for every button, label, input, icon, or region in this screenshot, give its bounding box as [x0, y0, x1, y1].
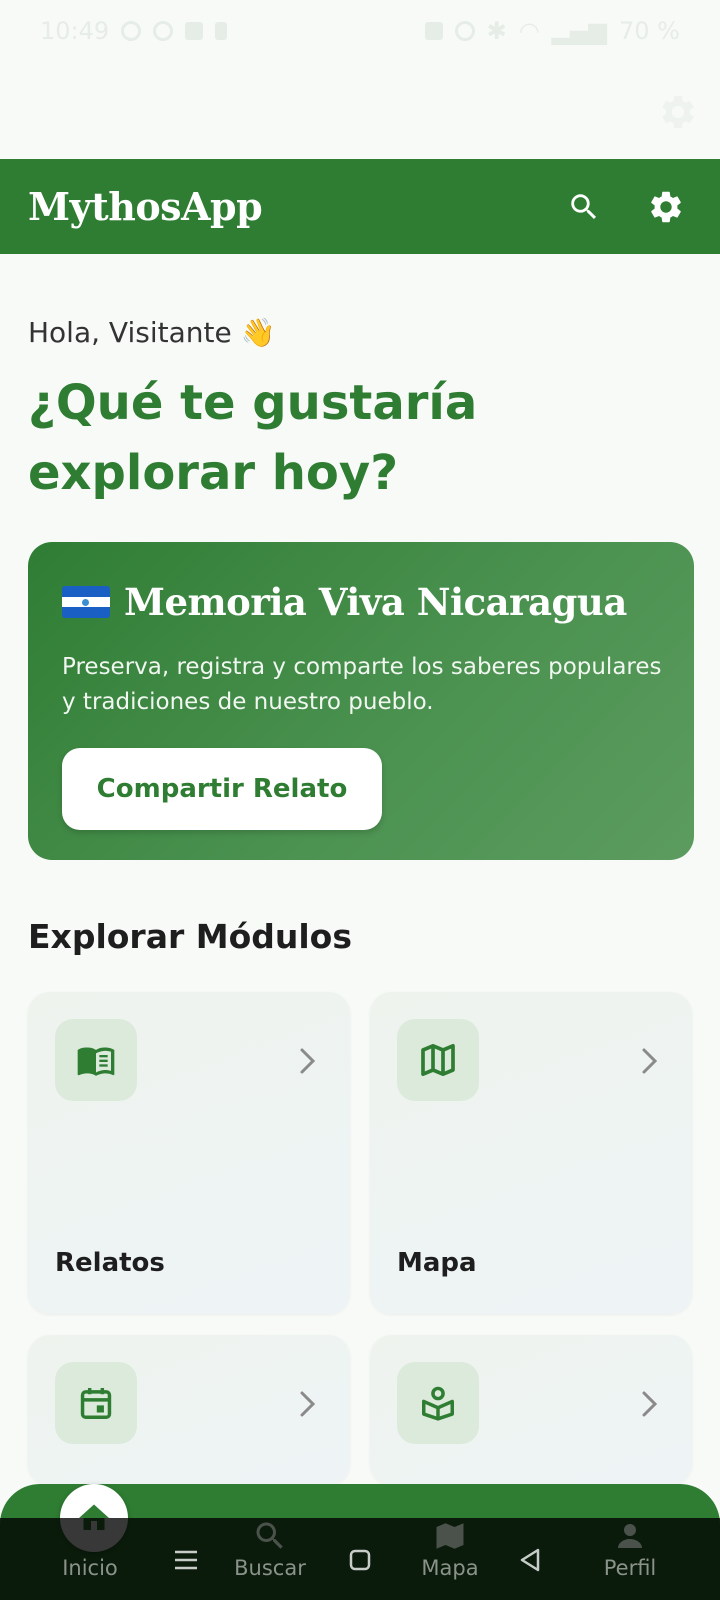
nav-item-inicio[interactable]: Inicio — [30, 1518, 150, 1600]
module-card-calendar[interactable] — [28, 1335, 350, 1485]
battery-level: 70 % — [619, 17, 680, 45]
search-icon — [571, 193, 597, 219]
reader-icon — [422, 1386, 454, 1421]
gear-icon — [651, 191, 681, 222]
greeting-text: Hola, Visitante 👋 — [28, 316, 276, 349]
module-card-mapa[interactable]: Mapa — [370, 992, 692, 1314]
recent-apps-button[interactable] — [166, 1540, 206, 1580]
search-icon — [256, 1522, 283, 1549]
nav-label: Mapa — [421, 1556, 479, 1580]
book-icon — [77, 1047, 115, 1076]
nav-label: Buscar — [234, 1556, 306, 1580]
nav-label: Inicio — [62, 1556, 118, 1580]
system-back-button[interactable] — [510, 1540, 550, 1580]
menu-icon — [175, 1550, 197, 1570]
whatsapp-icon — [121, 21, 142, 41]
calendar-icon — [80, 1387, 112, 1419]
system-home-button[interactable] — [340, 1540, 380, 1580]
bluetooth-icon: ✱ — [486, 17, 507, 45]
lock-icon — [215, 22, 228, 40]
module-label: Relatos — [55, 1248, 165, 1278]
module-icon-box — [55, 1019, 137, 1101]
nicaragua-flag-icon — [62, 586, 110, 618]
gear-icon — [662, 95, 694, 128]
square-icon — [349, 1549, 371, 1571]
hero-banner: Memoria Viva Nicaragua Preserva, registr… — [28, 542, 694, 860]
module-icon-box — [55, 1362, 137, 1444]
module-label: Mapa — [397, 1248, 477, 1278]
page-title: ¿Qué te gustaría explorar hoy? — [28, 375, 478, 501]
alarm-icon — [454, 21, 475, 41]
back-triangle-icon — [520, 1548, 540, 1572]
hero-title: Memoria Viva Nicaragua — [62, 580, 660, 624]
nav-item-mapa[interactable]: Mapa — [390, 1518, 510, 1600]
hero-title-text: Memoria Viva Nicaragua — [124, 580, 627, 624]
person-icon — [618, 1524, 642, 1548]
shield-icon — [153, 21, 174, 41]
chevron-right-icon — [638, 1046, 662, 1076]
nav-label: Perfil — [603, 1556, 657, 1580]
app-notification-icon — [185, 22, 204, 40]
share-story-button[interactable]: Compartir Relato — [62, 748, 382, 830]
hero-description: Preserva, registra y comparte los sabere… — [62, 654, 662, 715]
status-time: 10:49 — [40, 17, 110, 45]
chevron-right-icon — [296, 1046, 320, 1076]
nav-item-buscar[interactable]: Buscar — [210, 1518, 330, 1600]
chevron-right-icon — [638, 1389, 662, 1419]
signal-icon: ▂▄▆ — [551, 17, 608, 45]
status-bar: 10:49 ✱ ◠ ▂▄▆ 70 % — [0, 0, 720, 62]
search-button[interactable] — [558, 181, 610, 233]
module-icon-box — [397, 1019, 479, 1101]
app-bar: MythosApp — [0, 159, 720, 254]
nav-item-perfil[interactable]: Perfil — [570, 1518, 690, 1600]
map-icon — [436, 1523, 464, 1549]
module-card-relatos[interactable]: Relatos — [28, 992, 350, 1314]
section-title: Explorar Módulos — [28, 917, 352, 956]
module-icon-box — [397, 1362, 479, 1444]
map-icon — [421, 1044, 455, 1076]
chevron-right-icon — [296, 1389, 320, 1419]
wifi-icon: ◠ — [518, 17, 540, 45]
module-card-reader[interactable] — [370, 1335, 692, 1485]
app-title: MythosApp — [28, 184, 263, 229]
settings-button[interactable] — [640, 181, 692, 233]
nfc-icon — [424, 22, 443, 40]
